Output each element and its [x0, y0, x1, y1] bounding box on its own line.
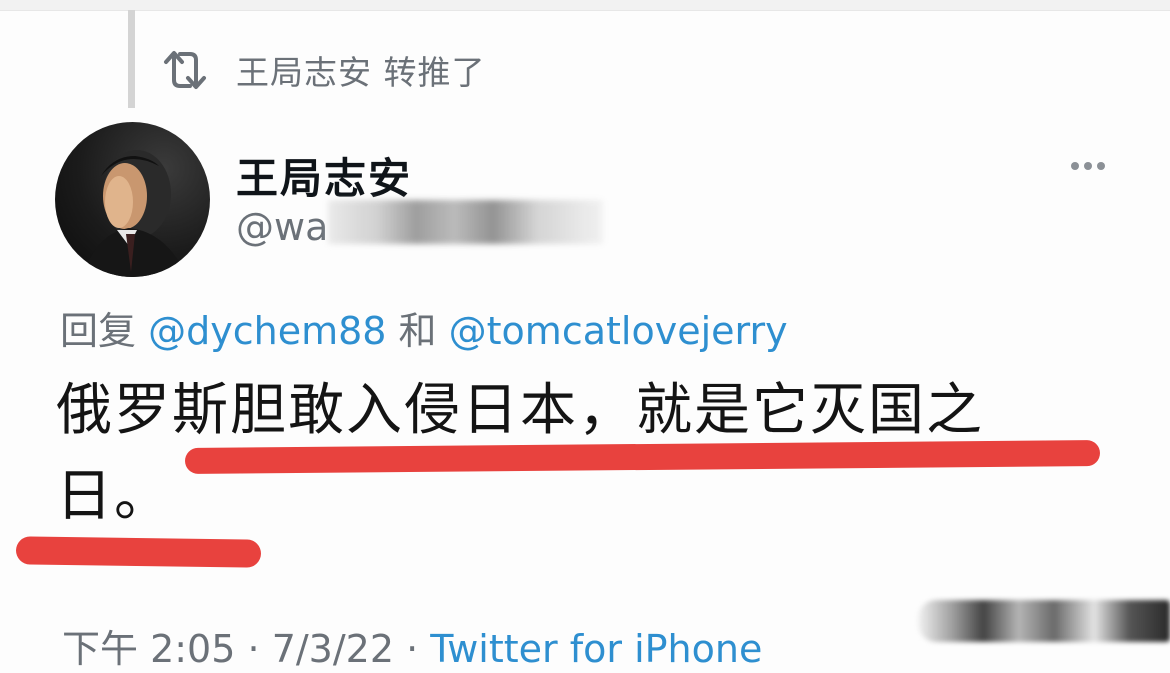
thread-connector-line: [128, 10, 135, 108]
tweet-text-line: 俄罗斯胆敢入侵日本，就是它灭国之: [56, 378, 984, 443]
retweet-label[interactable]: 王局志安 转推了: [236, 46, 486, 94]
retweet-icon: [164, 51, 206, 89]
reply-prefix: 回复: [60, 309, 137, 353]
avatar-photo: [83, 150, 187, 277]
more-horizontal-icon: [1071, 162, 1105, 170]
retweet-header: 王局志安 转推了: [160, 48, 486, 92]
red-underline-annotation: [15, 536, 262, 568]
tweet-source-link[interactable]: Twitter for iPhone: [430, 627, 762, 671]
tweet-time[interactable]: 下午 2:05: [62, 627, 235, 671]
meta-separator: ·: [247, 627, 260, 671]
avatar[interactable]: [55, 122, 210, 277]
tweet-date[interactable]: 7/3/22: [272, 627, 394, 671]
reply-context: 回复 @dychem88 和 @tomcatlovejerry: [60, 300, 788, 355]
watermark-blur-mosaic: [918, 600, 1170, 642]
top-border: [0, 0, 1170, 11]
author-handle[interactable]: @wa: [236, 205, 328, 249]
more-options-button[interactable]: [1063, 150, 1113, 182]
mention-link-dychem88[interactable]: @dychem88: [148, 309, 386, 353]
tweet-body: 俄罗斯胆敢入侵日本，就是它灭国之 日。: [56, 368, 1126, 540]
reply-joiner: 和: [398, 309, 437, 353]
tweet-text-line: 日。: [56, 464, 172, 529]
handle-blur-mosaic: [328, 200, 603, 244]
mention-link-tomcatlovejerry[interactable]: @tomcatlovejerry: [449, 309, 788, 353]
author-display-name[interactable]: 王局志安: [236, 145, 412, 206]
meta-separator: ·: [406, 627, 419, 671]
